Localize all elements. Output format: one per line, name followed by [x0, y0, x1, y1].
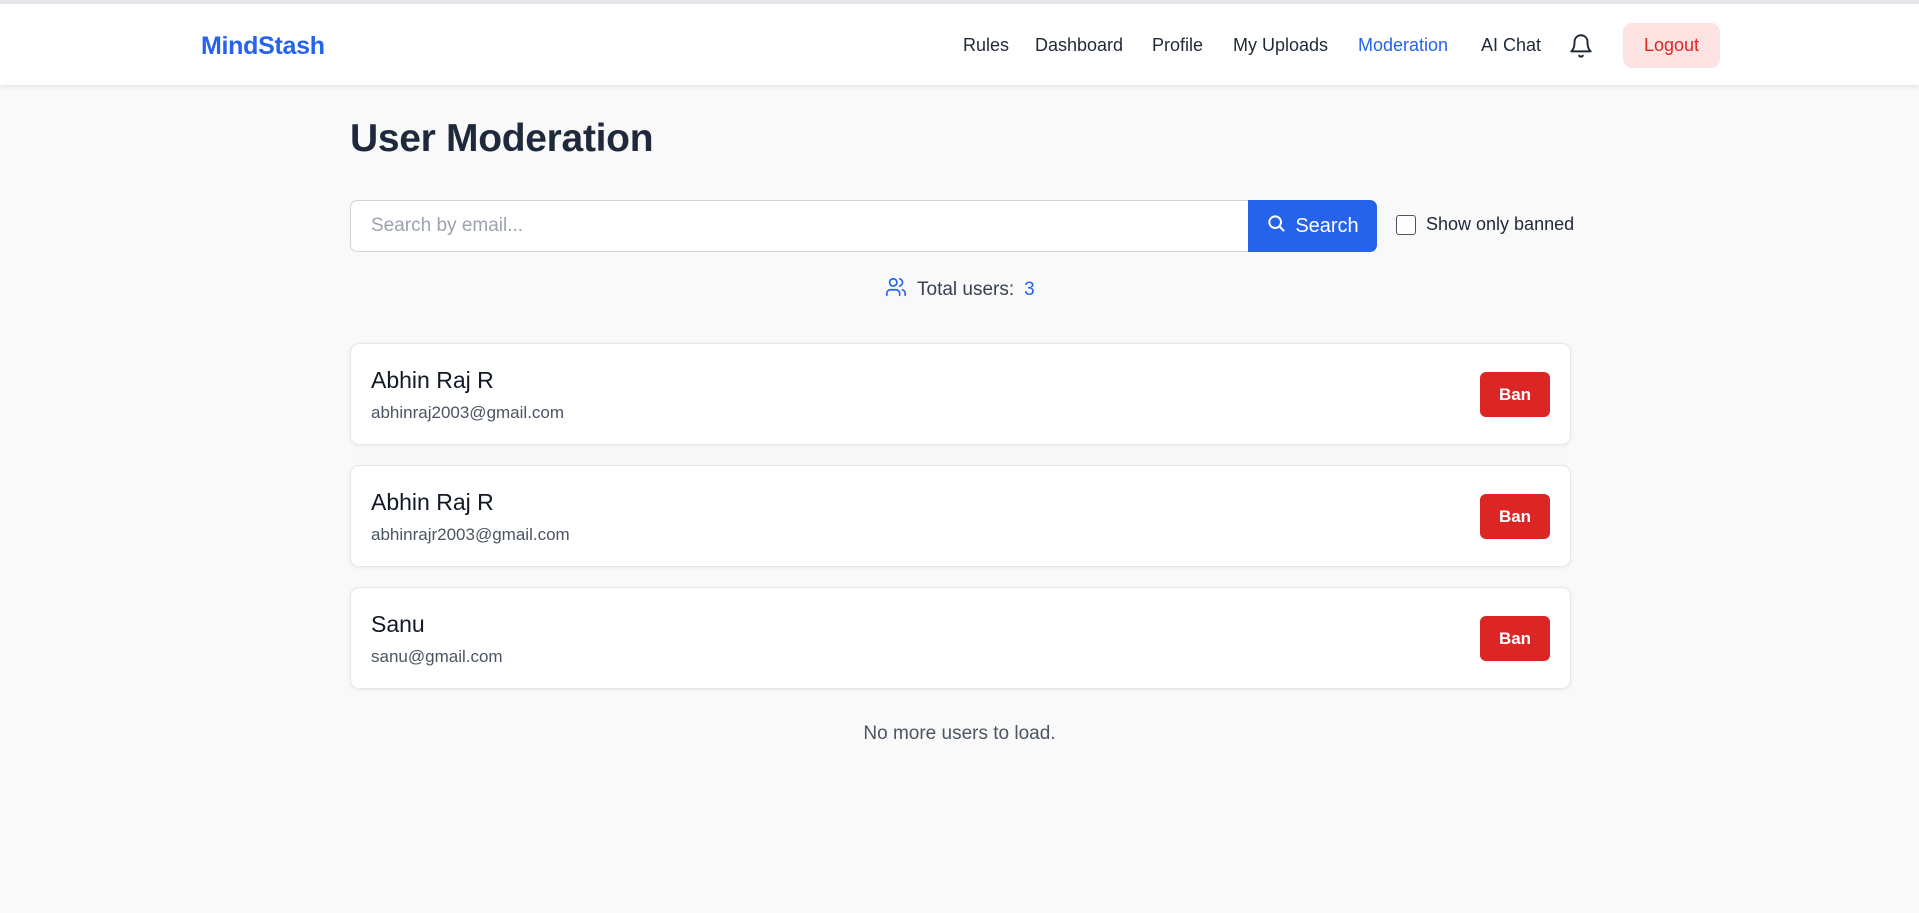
main-nav: Rules Dashboard Profile My Uploads Moder… — [0, 4, 1919, 85]
nav-dashboard[interactable]: Dashboard — [1035, 35, 1123, 56]
no-more-users-message: No more users to load. — [863, 723, 1056, 744]
show-banned-toggle[interactable]: Show only banned — [1396, 214, 1574, 235]
logout-button[interactable]: Logout — [1623, 23, 1720, 68]
user-name: Abhin Raj R — [371, 489, 494, 515]
user-card: Abhin Raj R abhinraj2003@gmail.com Ban — [350, 343, 1571, 445]
nav-profile[interactable]: Profile — [1152, 35, 1203, 56]
search-icon — [1266, 213, 1286, 239]
show-banned-checkbox[interactable] — [1396, 214, 1416, 235]
user-card: Abhin Raj R abhinrajr2003@gmail.com Ban — [350, 465, 1571, 567]
show-banned-label: Show only banned — [1426, 214, 1575, 234]
user-email: sanu@gmail.com — [371, 647, 503, 666]
bell-icon[interactable] — [1568, 32, 1594, 60]
nav-rules[interactable]: Rules — [963, 35, 1009, 56]
user-email: abhinraj2003@gmail.com — [371, 403, 565, 422]
total-users-count: 3 — [1024, 279, 1035, 300]
user-email: abhinrajr2003@gmail.com — [371, 525, 570, 544]
user-name: Sanu — [371, 611, 425, 637]
total-users-label: Total users: — [917, 279, 1015, 300]
ban-button[interactable]: Ban — [1480, 616, 1550, 661]
ban-button[interactable]: Ban — [1480, 494, 1550, 539]
ban-button[interactable]: Ban — [1480, 372, 1550, 417]
total-users: Total users: 3 — [885, 276, 1035, 304]
top-navbar: MindStash Rules Dashboard Profile My Upl… — [0, 4, 1919, 85]
page-title: User Moderation — [350, 117, 654, 160]
nav-ai-chat[interactable]: AI Chat — [1481, 35, 1541, 56]
user-card: Sanu sanu@gmail.com Ban — [350, 587, 1571, 689]
search-button-label: Search — [1295, 214, 1359, 237]
search-button[interactable]: Search — [1248, 200, 1377, 252]
nav-moderation[interactable]: Moderation — [1358, 35, 1448, 56]
search-input[interactable] — [350, 200, 1249, 252]
user-name: Abhin Raj R — [371, 367, 494, 393]
users-icon — [885, 276, 907, 304]
nav-my-uploads[interactable]: My Uploads — [1233, 35, 1328, 56]
